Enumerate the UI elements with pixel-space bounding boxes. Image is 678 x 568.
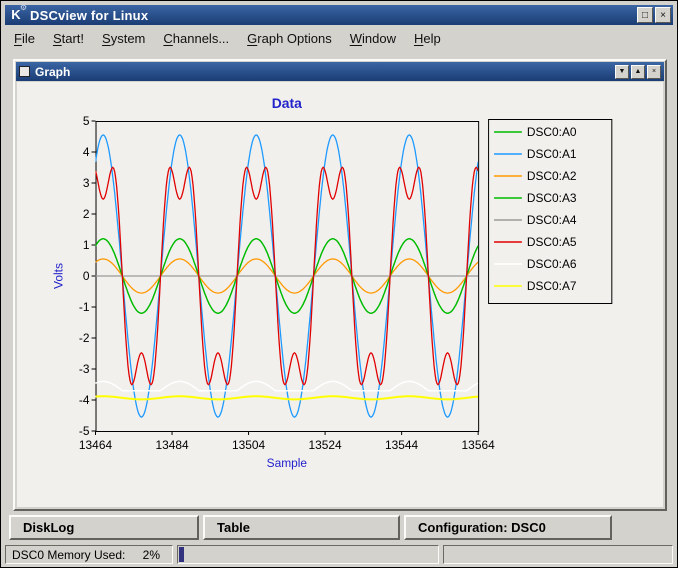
graph-window: Graph ▼ ▲ × Data 5 4 3 2 1 0 -1 -2 -3 -4 -5 13464 134… xyxy=(13,59,667,511)
menu-item-window[interactable]: Window xyxy=(341,28,405,49)
menu-item-file[interactable]: File xyxy=(5,28,44,49)
dscview-window: { "window": { "title": "DSCview for Linu… xyxy=(0,0,678,568)
legend-label-dsc0-a3: DSC0:A3 xyxy=(527,191,577,205)
graph-maximize-button[interactable]: ▲ xyxy=(631,64,645,79)
graph-window-icon xyxy=(19,66,30,77)
legend-label-dsc0-a1: DSC0:A1 xyxy=(527,147,577,161)
trace-dsc0-a7 xyxy=(95,395,479,401)
table-button[interactable]: Table xyxy=(203,515,400,540)
graph-minimize-button[interactable]: ▼ xyxy=(615,64,629,79)
y-axis-label: Volts xyxy=(52,263,66,289)
y-tick-label: 2 xyxy=(83,207,90,221)
x-tick-label: 13504 xyxy=(232,438,265,452)
memory-value: 2% xyxy=(142,547,160,562)
x-tick-label: 13544 xyxy=(385,438,418,452)
graph-close-button[interactable]: × xyxy=(647,64,661,79)
y-tick-label: -1 xyxy=(79,300,90,314)
y-tick-label: 3 xyxy=(83,176,90,190)
legend-label-dsc0-a4: DSC0:A4 xyxy=(527,213,577,227)
graph-client: Data 5 4 3 2 1 0 -1 -2 -3 -4 -5 13464 13484 13504 13524… xyxy=(17,82,663,507)
x-tick-label: 13464 xyxy=(79,438,112,452)
chart-title: Data xyxy=(272,95,302,111)
window-title: DSCview for Linux xyxy=(30,7,149,23)
y-tick-label: -2 xyxy=(79,331,90,345)
legend-label-dsc0-a5: DSC0:A5 xyxy=(527,235,577,249)
close-button[interactable]: × xyxy=(655,7,671,23)
y-tick-label: 5 xyxy=(83,114,90,128)
memory-label: DSC0 Memory Used: xyxy=(12,547,126,562)
maximize-button[interactable]: □ xyxy=(637,7,653,23)
y-tick-label: 4 xyxy=(83,145,90,159)
x-tick-label: 13524 xyxy=(309,438,342,452)
menu-item-channels[interactable]: Channels... xyxy=(154,28,238,49)
x-axis-label: Sample xyxy=(267,456,308,470)
app-menu-button[interactable]: K ⚙ xyxy=(5,3,27,24)
disklog-button[interactable]: DiskLog xyxy=(9,515,199,540)
menu-item-system[interactable]: System xyxy=(93,28,154,49)
configuration-dsc0-button[interactable]: Configuration: DSC0 xyxy=(404,515,612,540)
menu-item-start[interactable]: Start! xyxy=(44,28,93,49)
menu-item-graph-options[interactable]: Graph Options xyxy=(238,28,341,49)
graph-titlebar[interactable]: Graph ▼ ▲ × xyxy=(16,62,664,81)
legend-label-dsc0-a7: DSC0:A7 xyxy=(527,279,577,293)
y-tick-label: -3 xyxy=(79,362,90,376)
gear-icon: ⚙ xyxy=(19,3,27,12)
menu-item-help[interactable]: Help xyxy=(405,28,450,49)
y-tick-label: 1 xyxy=(83,238,90,252)
legend-label-dsc0-a0: DSC0:A0 xyxy=(527,125,577,139)
memory-progress xyxy=(177,545,439,564)
menubar: File Start! System Channels... Graph Options… xyxy=(5,27,673,49)
bottom-button-bar: DiskLog Table Configuration: DSC0 xyxy=(9,515,612,540)
x-tick-label: 13564 xyxy=(462,438,495,452)
legend-label-dsc0-a2: DSC0:A2 xyxy=(527,169,577,183)
memory-progress-fill xyxy=(179,547,185,562)
y-tick-label: 0 xyxy=(83,269,90,283)
graph-window-title: Graph xyxy=(35,64,71,79)
y-tick-label: -4 xyxy=(79,393,90,407)
status-panel-empty xyxy=(443,545,673,564)
graph-canvas: Data 5 4 3 2 1 0 -1 -2 -3 -4 -513464 13484 13504 13524… xyxy=(52,95,613,470)
titlebar[interactable]: K ⚙ DSCview for Linux □ × xyxy=(5,3,673,25)
statusbar: DSC0 Memory Used: 2% xyxy=(5,545,673,564)
memory-status-panel: DSC0 Memory Used: 2% xyxy=(5,545,173,564)
x-tick-label: 13484 xyxy=(155,438,188,452)
y-tick-label: -5 xyxy=(79,424,90,438)
legend-label-dsc0-a6: DSC0:A6 xyxy=(527,257,577,271)
traces xyxy=(95,134,479,418)
